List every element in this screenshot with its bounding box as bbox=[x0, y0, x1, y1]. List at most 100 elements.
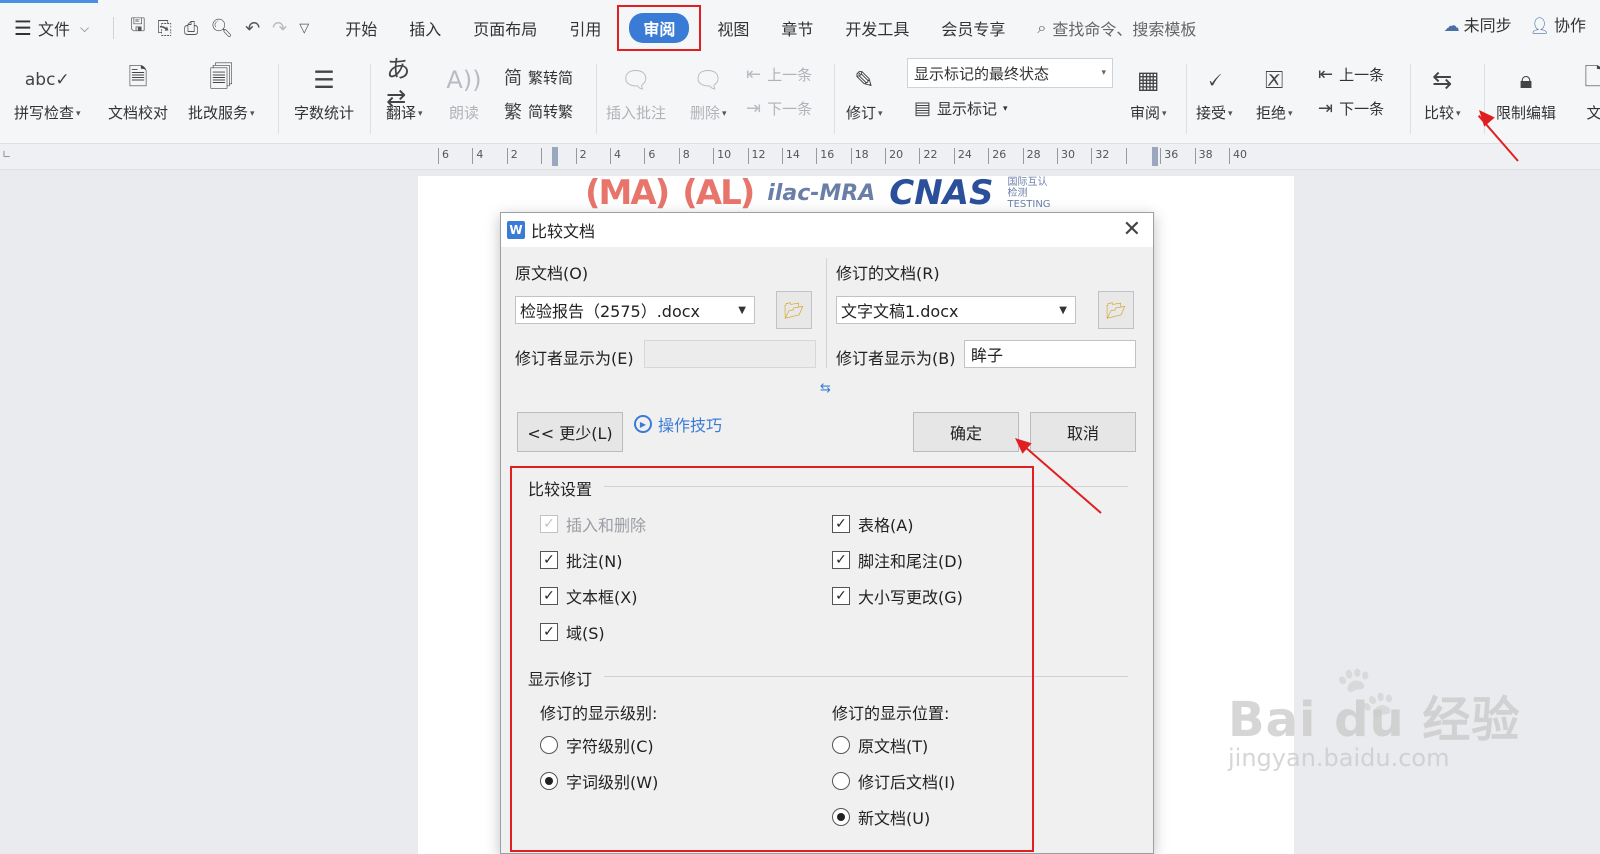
ribbon: abc✓ 拼写检查 ▾ 🗎 文档校对 🗐 批改服务 ▾ ☰ 字数统计 あ⇄ 翻译 ▾ … bbox=[0, 55, 1600, 144]
spell-check-label: 拼写检查 bbox=[14, 104, 75, 122]
divider bbox=[604, 676, 1128, 677]
ruler-ticks: 6 4 2 2 4 6 8 10 12 14 16 18 20 22 24 26 28 30 32 36 38 40 bbox=[438, 148, 1263, 164]
cancel-button[interactable]: 取消 bbox=[1030, 412, 1136, 452]
redo-icon[interactable]: ↷ bbox=[272, 18, 287, 39]
ruler-tick: 2 bbox=[506, 148, 541, 164]
ruler-tick: 26 bbox=[988, 148, 1022, 164]
document-icon: 🗋 bbox=[1584, 62, 1600, 91]
tab-references[interactable]: 引用 bbox=[553, 12, 617, 44]
customize-dropdown-icon[interactable]: ▽ bbox=[299, 21, 309, 36]
left-indent-marker[interactable] bbox=[552, 147, 558, 166]
save-icon[interactable]: 🖫 bbox=[130, 13, 145, 43]
next-change-icon: ⇥ bbox=[1318, 98, 1334, 119]
prev-change-button[interactable]: ⇤ 上一条 bbox=[1318, 64, 1384, 85]
textbox-checkbox[interactable]: ✓ 文本框(X) bbox=[540, 584, 637, 608]
browse-original-button[interactable]: 📂︎ bbox=[776, 291, 812, 329]
logo-caption-line: 检测 bbox=[1007, 187, 1028, 199]
cnas-logo: CNAS bbox=[889, 176, 994, 210]
next-comment-button[interactable]: ⇥ 下一条 bbox=[746, 98, 812, 119]
print-preview-icon[interactable]: 🔍︎ bbox=[210, 18, 233, 39]
track-changes-button[interactable]: ✎ 修订 ▾ bbox=[846, 56, 883, 123]
command-search-text: 查找命令、搜索模板 bbox=[1052, 20, 1197, 39]
word-count-button[interactable]: ☰ 字数统计 bbox=[294, 56, 354, 123]
tables-checkbox[interactable]: ✓ 表格(A) bbox=[832, 512, 913, 536]
change-position-label: 修订的显示位置: bbox=[832, 704, 950, 723]
accept-button[interactable]: 🗸 接受 ▾ bbox=[1196, 56, 1233, 123]
radio-icon bbox=[540, 736, 558, 754]
ruler[interactable]: ∟ 6 4 2 2 4 6 8 10 12 14 16 18 20 22 24 26 28 30 32 36 38 40 bbox=[0, 144, 1600, 170]
case-changes-checkbox[interactable]: ✓ 大小写更改(G) bbox=[832, 584, 963, 608]
file-menu[interactable]: ☰ 文件 ⌵ bbox=[14, 12, 89, 44]
reject-icon: 🗵 bbox=[1265, 66, 1284, 94]
revised-author-input[interactable]: 眸子 bbox=[964, 340, 1136, 368]
reject-button[interactable]: 🗵 拒绝 ▾ bbox=[1256, 56, 1293, 123]
fields-checkbox[interactable]: ✓ 域(S) bbox=[540, 620, 605, 644]
insert-comment-button[interactable]: 🗨 插入批注 bbox=[606, 56, 666, 123]
delete-comment-button[interactable]: 🗨 删除 ▾ bbox=[690, 56, 727, 123]
compare-button[interactable]: ⇆ 比较 ▾ bbox=[1424, 56, 1461, 123]
original-doc-radio[interactable]: 原文档(T) bbox=[832, 733, 928, 757]
tab-review[interactable]: 审阅 bbox=[617, 5, 702, 51]
tab-developer[interactable]: 开发工具 bbox=[829, 12, 925, 44]
print-icon[interactable]: ⎙ bbox=[184, 18, 198, 39]
right-indent-marker[interactable] bbox=[1152, 147, 1158, 166]
revised-doc-select[interactable]: 文字文稿1.docx ▼ bbox=[836, 296, 1076, 324]
comments-checkbox[interactable]: ✓ 批注(N) bbox=[540, 548, 622, 572]
ruler-tick: 22 bbox=[919, 148, 953, 164]
spell-check-button[interactable]: abc✓ 拼写检查 ▾ bbox=[14, 56, 81, 123]
footnotes-checkbox[interactable]: ✓ 脚注和尾注(D) bbox=[832, 548, 963, 572]
prev-comment-button[interactable]: ⇤ 上一条 bbox=[746, 64, 812, 85]
simp-to-trad-button[interactable]: 繁 简转繁 bbox=[504, 98, 573, 124]
doc-more-button[interactable]: 🗋 文 bbox=[1576, 56, 1600, 123]
checkbox-label: 域(S) bbox=[566, 624, 605, 643]
tab-page-layout[interactable]: 页面布局 bbox=[457, 12, 553, 44]
ruler-tick: 32 bbox=[1091, 148, 1125, 164]
close-icon[interactable]: ✕ bbox=[1123, 217, 1141, 242]
tab-stop-icon[interactable]: ∟ bbox=[2, 148, 11, 161]
tab-member[interactable]: 会员专享 bbox=[925, 12, 1021, 44]
char-level-radio[interactable]: 字符级别(C) bbox=[540, 733, 654, 757]
radio-label: 字符级别(C) bbox=[566, 737, 654, 756]
original-author-input[interactable] bbox=[644, 340, 816, 368]
watermark-brand: Bai du 经验 bbox=[1228, 692, 1521, 748]
tips-link[interactable]: ▶ 操作技巧 bbox=[634, 412, 722, 436]
translate-button[interactable]: あ⇄ 翻译 ▾ bbox=[386, 55, 423, 123]
undo-icon[interactable]: ↶ bbox=[245, 18, 260, 39]
trad-to-simp-button[interactable]: 简 繁转简 bbox=[504, 64, 573, 90]
correction-service-button[interactable]: 🗐 批改服务 ▾ bbox=[188, 56, 255, 123]
next-change-button[interactable]: ⇥ 下一条 bbox=[1318, 98, 1384, 119]
sync-status[interactable]: ☁ 未同步 bbox=[1444, 12, 1512, 36]
read-aloud-button[interactable]: A)) 朗读 bbox=[446, 56, 482, 123]
insert-comment-icon: 🗨 bbox=[620, 66, 652, 94]
original-doc-select[interactable]: 检验报告（2575）.docx ▼ bbox=[515, 296, 755, 324]
tab-insert[interactable]: 插入 bbox=[393, 12, 457, 44]
tab-view[interactable]: 视图 bbox=[701, 12, 765, 44]
restrict-edit-button[interactable]: 🔒︎ 限制编辑 bbox=[1496, 56, 1556, 123]
tips-link-label: 操作技巧 bbox=[658, 416, 723, 435]
tab-home[interactable]: 开始 bbox=[329, 12, 393, 44]
less-options-button[interactable]: << 更少(L) bbox=[517, 412, 623, 452]
read-aloud-icon: A)) bbox=[446, 66, 482, 94]
collab-button[interactable]: 👤︎ 协作 bbox=[1530, 12, 1586, 36]
doc-proof-button[interactable]: 🗎 文档校对 bbox=[108, 56, 168, 123]
new-doc-radio[interactable]: 新文档(U) bbox=[832, 805, 930, 829]
search-icon: ⌕ bbox=[1037, 18, 1047, 37]
dialog-titlebar[interactable]: W 比较文档 bbox=[501, 213, 1153, 247]
menu-bar: ☰ 文件 ⌵ 🖫 ⎘ ⎙ 🔍︎ ↶ ↷ ▽ 开始 插入 页面布局 引用 审阅 视… bbox=[0, 0, 1600, 56]
ok-button[interactable]: 确定 bbox=[913, 412, 1019, 452]
insert-delete-checkbox[interactable]: ✓ 插入和删除 bbox=[540, 512, 646, 536]
revised-doc-radio[interactable]: 修订后文档(I) bbox=[832, 769, 955, 793]
swap-documents-icon[interactable]: ⇆ bbox=[820, 381, 831, 396]
track-changes-label: 修订 bbox=[846, 104, 877, 122]
markup-state-select[interactable]: 显示标记的最终状态 ▾ bbox=[907, 58, 1113, 88]
show-markup-button[interactable]: ▤ 显示标记 ▾ bbox=[914, 98, 1008, 119]
radio-label: 字词级别(W) bbox=[566, 773, 659, 792]
command-search[interactable]: ⌕ 查找命令、搜索模板 bbox=[1037, 16, 1196, 40]
tab-section[interactable]: 章节 bbox=[765, 12, 829, 44]
format-painter-icon[interactable]: ⎘ bbox=[157, 18, 171, 39]
word-count-icon: ☰ bbox=[313, 66, 335, 94]
word-level-radio[interactable]: 字词级别(W) bbox=[540, 769, 658, 793]
browse-revised-button[interactable]: 📂︎ bbox=[1098, 291, 1134, 329]
review-pane-button[interactable]: ▦ 审阅 ▾ bbox=[1130, 56, 1167, 123]
menubar-right: ☁ 未同步 👤︎ 协作 bbox=[1444, 12, 1586, 36]
